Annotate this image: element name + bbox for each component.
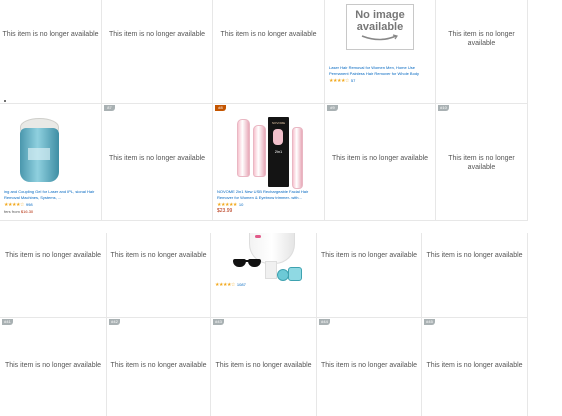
grid-row-2: ing and Coupling Gel for Laser and IPL, … — [0, 100, 528, 220]
product-card-ipl[interactable]: ★★★★☆ 1087 — [211, 233, 317, 317]
rank-badge: #10 — [438, 105, 449, 111]
grid-row-4: #41 This item is no longer available #42… — [0, 317, 528, 416]
row-divider — [0, 220, 528, 221]
row-divider — [0, 317, 528, 318]
grid-cell[interactable]: #42 This item is no longer available — [107, 317, 211, 416]
rank-badge: #8 — [215, 105, 226, 111]
no-image-line2: available — [356, 21, 404, 33]
grid-cell[interactable]: This item is no longer available — [213, 0, 325, 103]
ipl-device-image[interactable] — [231, 233, 305, 281]
rank-dot — [4, 100, 6, 102]
gel-jar-image[interactable] — [19, 118, 59, 182]
product-box: NOVOME 2in1 — [268, 117, 289, 187]
facial-hair-remover-image[interactable]: NOVOME 2in1 — [235, 117, 307, 189]
grid-cell[interactable]: This item is no longer available — [422, 233, 528, 317]
grid-cell[interactable]: #41 This item is no longer available — [0, 317, 107, 416]
grid-cell[interactable]: #45 This item is no longer available — [422, 317, 528, 416]
offer-line[interactable]: fers from $16.30 — [4, 209, 33, 215]
grid-cell[interactable]: #9 This item is no longer available — [325, 103, 436, 220]
grid-cell[interactable]: This item is no longer available — [0, 0, 102, 103]
box-device — [273, 129, 283, 145]
review-count[interactable]: 57 — [351, 78, 355, 83]
stars-icon: ★★★★☆ — [215, 282, 235, 288]
product-price[interactable]: $23.99 — [217, 208, 232, 214]
box-text: 2in1 — [274, 149, 283, 154]
unavailable-text: This item is no longer available — [4, 252, 102, 259]
device-3 — [292, 127, 303, 189]
grid-row-3: This item is no longer available This it… — [0, 233, 528, 317]
unavailable-text: This item is no longer available — [220, 31, 317, 38]
product-card-gel[interactable]: ing and Coupling Gel for Laser and IPL, … — [0, 103, 102, 220]
stars-icon: ★★★★☆ — [329, 78, 349, 84]
unavailable-text: This item is no longer available — [448, 31, 515, 47]
rank-badge: 87 — [104, 105, 115, 111]
star-rating[interactable]: ★★★★☆ 57 — [329, 78, 355, 84]
grid-cell[interactable]: #44 This item is no longer available — [317, 317, 422, 416]
unavailable-text: This item is no longer available — [2, 31, 99, 38]
box-brand: NOVOME — [271, 121, 286, 125]
unavailable-text: This item is no longer available — [110, 362, 207, 369]
unavailable-text: This item is no longer available — [108, 31, 206, 38]
grid-cell[interactable]: This item is no longer available — [0, 233, 107, 317]
jar-label — [28, 148, 50, 160]
unavailable-text: This item is no longer available — [215, 362, 312, 369]
unavailable-text: This item is no longer available — [448, 155, 515, 171]
rank-badge: #42 — [109, 319, 120, 325]
unavailable-text: This item is no longer available — [320, 252, 418, 259]
star-rating[interactable]: ★★★★☆ 1087 — [215, 282, 246, 288]
grid-cell[interactable]: This item is no longer available — [317, 233, 422, 317]
unavailable-text: This item is no longer available — [426, 252, 523, 259]
rank-badge: #44 — [319, 319, 330, 325]
grid-cell[interactable]: #10 This item is no longer available — [436, 103, 528, 220]
product-title[interactable]: NOVOME 2in1 New USB Rechargeable Facial … — [217, 189, 320, 201]
goggles-icon — [233, 259, 263, 269]
stars-icon: ★★★★☆ — [4, 202, 24, 208]
review-count[interactable]: 10 — [239, 202, 243, 207]
unavailable-text: This item is no longer available — [4, 362, 102, 369]
unavailable-text: This item is no longer available — [426, 362, 523, 369]
rank-badge: #43 — [213, 319, 224, 325]
grid-cell[interactable]: This item is no longer available — [107, 233, 211, 317]
rank-badge: #9 — [327, 105, 338, 111]
product-title[interactable]: Laser Hair Removal for Women Men, Home U… — [329, 65, 431, 77]
grid-cell[interactable]: This item is no longer available — [436, 0, 528, 103]
rank-badge: #45 — [424, 319, 435, 325]
product-card-laser[interactable]: No image available Laser Hair Removal fo… — [325, 0, 436, 103]
device-neck — [265, 261, 277, 279]
no-image-placeholder: No image available — [346, 4, 414, 50]
device-accent — [255, 235, 261, 238]
attachment-2 — [288, 267, 302, 281]
grid-cell[interactable]: This item is no longer available — [102, 0, 213, 103]
device-2 — [253, 125, 266, 177]
product-title[interactable]: ing and Coupling Gel for Laser and IPL, … — [4, 189, 97, 201]
rank-badge: #41 — [2, 319, 13, 325]
grid-row-1: This item is no longer available This it… — [0, 0, 528, 103]
smile-arrow-icon — [361, 34, 398, 41]
grid-cell[interactable]: #43 This item is no longer available — [211, 317, 317, 416]
row-divider — [0, 103, 528, 104]
product-card-novome[interactable]: #8 NOVOME 2in1 NOVOME 2in1 New USB Recha… — [213, 103, 325, 220]
review-count[interactable]: 998 — [26, 202, 33, 207]
unavailable-text: This item is no longer available — [331, 155, 429, 162]
no-image-line1: No image — [355, 9, 405, 21]
offer-price: $16.30 — [20, 209, 34, 214]
star-rating[interactable]: ★★★★☆ 998 — [4, 202, 33, 208]
device-1 — [237, 119, 250, 177]
unavailable-text: This item is no longer available — [320, 362, 418, 369]
grid-cell[interactable]: 87 This item is no longer available — [102, 103, 213, 220]
review-count[interactable]: 1087 — [237, 282, 246, 287]
unavailable-text: This item is no longer available — [110, 252, 207, 259]
unavailable-text: This item is no longer available — [108, 155, 206, 162]
offer-label: fers from — [4, 209, 20, 214]
